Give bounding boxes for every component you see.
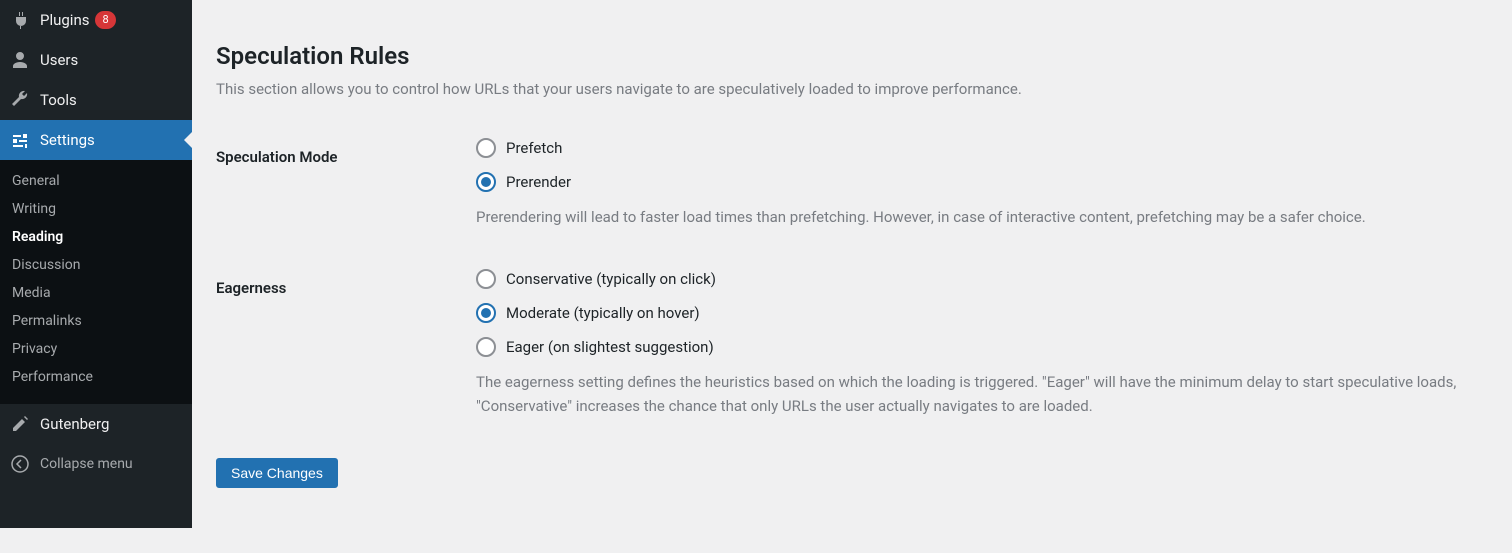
- radio-label: Prerender: [506, 173, 571, 191]
- radio-label: Moderate (typically on hover): [506, 304, 700, 322]
- submenu-item-performance[interactable]: Performance: [0, 363, 192, 391]
- eagerness-help-text: The eagerness setting defines the heuris…: [476, 371, 1488, 418]
- save-button[interactable]: Save Changes: [216, 458, 338, 488]
- settings-submenu: General Writing Reading Discussion Media…: [0, 160, 192, 398]
- radio-label: Conservative (typically on click): [506, 270, 716, 288]
- sidebar-item-label: Plugins: [40, 11, 89, 29]
- main-content: Speculation Rules This section allows yo…: [192, 0, 1512, 528]
- radio-label: Prefetch: [506, 139, 562, 157]
- sidebar-item-gutenberg[interactable]: Gutenberg: [0, 404, 192, 444]
- radio-icon[interactable]: [476, 172, 496, 192]
- pencil-icon: [10, 414, 30, 434]
- user-icon: [10, 50, 30, 70]
- sidebar-item-settings[interactable]: Settings: [0, 120, 192, 160]
- eagerness-legend: Eagerness: [216, 259, 476, 448]
- admin-sidebar: Plugins 8 Users Tools Settings General W…: [0, 0, 192, 528]
- submenu-item-media[interactable]: Media: [0, 279, 192, 307]
- sidebar-item-plugins[interactable]: Plugins 8: [0, 0, 192, 40]
- radio-icon[interactable]: [476, 138, 496, 158]
- collapse-icon: [10, 454, 30, 474]
- settings-form: Speculation Mode Prefetch Prerender Prer…: [216, 128, 1488, 448]
- sidebar-item-label: Users: [40, 51, 78, 69]
- radio-icon[interactable]: [476, 337, 496, 357]
- page-description: This section allows you to control how U…: [216, 80, 1488, 98]
- submenu-item-discussion[interactable]: Discussion: [0, 251, 192, 279]
- submenu-item-writing[interactable]: Writing: [0, 195, 192, 223]
- plug-icon: [10, 10, 30, 30]
- submenu-item-general[interactable]: General: [0, 167, 192, 195]
- mode-help-text: Prerendering will lead to faster load ti…: [476, 206, 1488, 229]
- submenu-item-reading[interactable]: Reading: [0, 223, 192, 251]
- eagerness-option-conservative[interactable]: Conservative (typically on click): [476, 269, 1488, 289]
- mode-option-prerender[interactable]: Prerender: [476, 172, 1488, 192]
- eagerness-option-eager[interactable]: Eager (on slightest suggestion): [476, 337, 1488, 357]
- sidebar-item-label: Tools: [40, 91, 77, 109]
- sidebar-item-label: Settings: [40, 131, 95, 149]
- wrench-icon: [10, 90, 30, 110]
- plugins-update-badge: 8: [95, 11, 115, 28]
- eagerness-option-moderate[interactable]: Moderate (typically on hover): [476, 303, 1488, 323]
- collapse-label: Collapse menu: [40, 456, 133, 472]
- radio-icon[interactable]: [476, 269, 496, 289]
- sidebar-item-users[interactable]: Users: [0, 40, 192, 80]
- radio-label: Eager (on slightest suggestion): [506, 338, 714, 356]
- sidebar-item-label: Gutenberg: [40, 415, 109, 433]
- sidebar-item-tools[interactable]: Tools: [0, 80, 192, 120]
- radio-icon[interactable]: [476, 303, 496, 323]
- submenu-item-permalinks[interactable]: Permalinks: [0, 307, 192, 335]
- submenu-item-privacy[interactable]: Privacy: [0, 335, 192, 363]
- page-title: Speculation Rules: [216, 42, 1488, 70]
- collapse-menu-button[interactable]: Collapse menu: [0, 444, 192, 484]
- sliders-icon: [10, 130, 30, 150]
- speculation-mode-legend: Speculation Mode: [216, 128, 476, 259]
- mode-option-prefetch[interactable]: Prefetch: [476, 138, 1488, 158]
